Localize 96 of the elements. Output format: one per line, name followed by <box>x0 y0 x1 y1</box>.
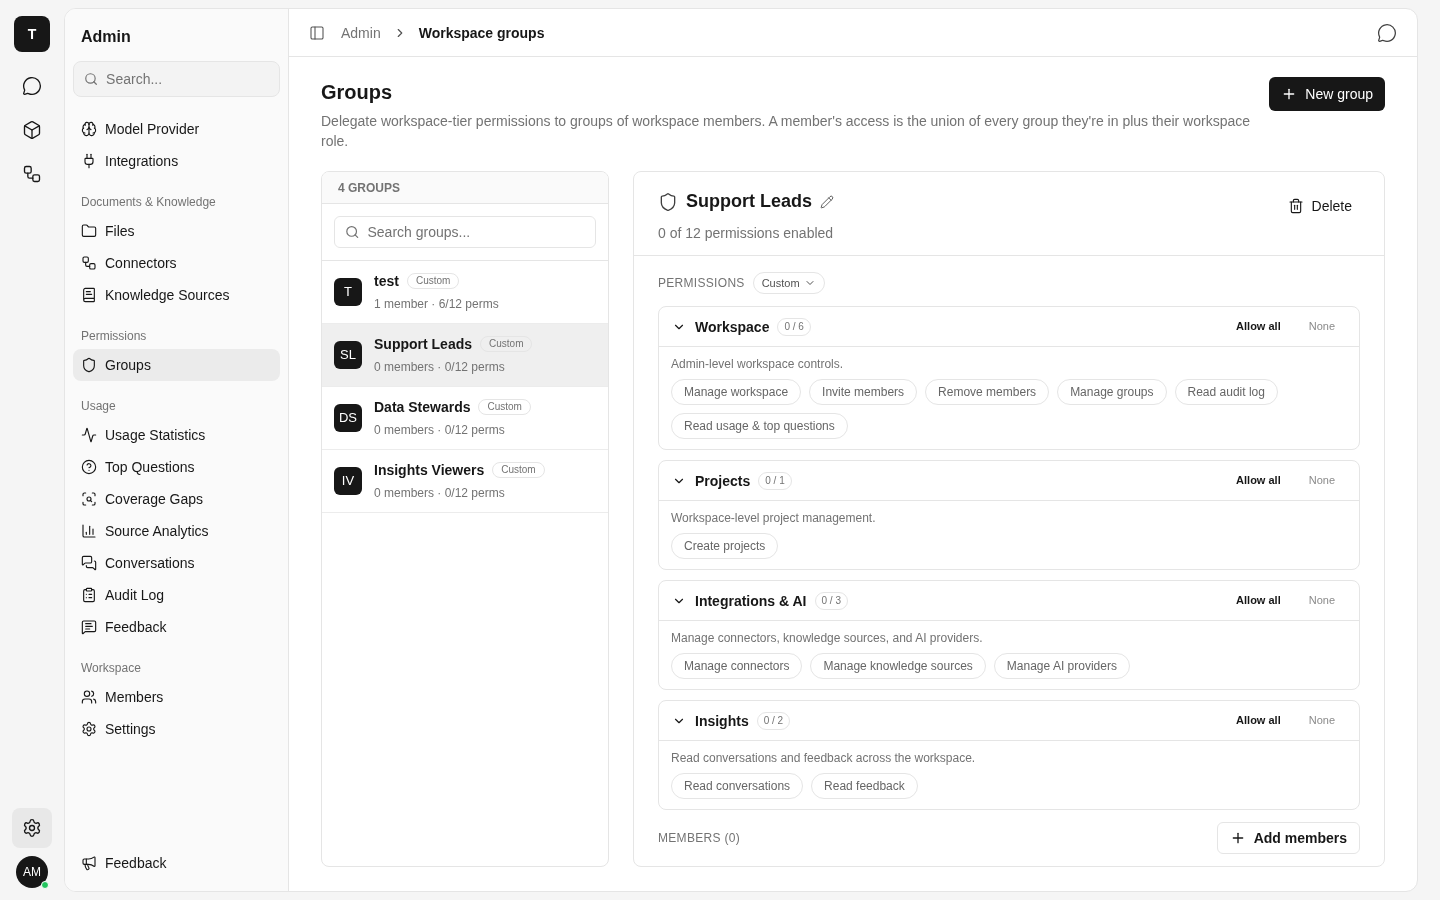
question-icon <box>81 459 97 475</box>
category-title: Insights <box>695 711 749 731</box>
settings-icon <box>22 818 42 838</box>
settings-button[interactable] <box>12 808 52 848</box>
chat-icon[interactable] <box>22 76 42 96</box>
new-group-button[interactable]: New group <box>1269 77 1385 111</box>
megaphone-icon <box>81 855 97 871</box>
search-icon <box>345 224 360 240</box>
group-name: Insights Viewers <box>374 461 485 480</box>
search-box[interactable]: Search... <box>73 61 280 97</box>
chat-icon <box>81 555 97 571</box>
workflow-icon <box>81 255 97 271</box>
sidebar-item[interactable]: Settings <box>73 713 280 745</box>
page-title: Groups <box>321 80 394 105</box>
sidebar-item[interactable]: Members <box>73 681 280 713</box>
none-link[interactable]: None <box>1308 712 1335 729</box>
group-avatar: IV <box>334 467 362 495</box>
group-search-box[interactable]: Search groups... <box>334 216 596 248</box>
permissions-summary: 0 of 12 permissions enabled <box>658 224 835 243</box>
group-name: Data Stewards <box>374 398 471 417</box>
section-heading: Usage <box>80 398 117 415</box>
delete-button[interactable]: Delete <box>1279 192 1360 220</box>
group-name: Support Leads <box>374 335 472 354</box>
sidebar-item[interactable]: Model Provider <box>73 113 280 145</box>
group-meta: 0 members · 0/12 perms <box>374 485 506 502</box>
trash-icon <box>1287 198 1304 214</box>
search-field[interactable]: Search... <box>106 69 269 89</box>
sidebar-item[interactable]: Usage Statistics <box>73 419 280 451</box>
category-title: Projects <box>695 471 751 491</box>
brain-icon <box>81 121 97 137</box>
section-heading: Documents & Knowledge <box>80 194 217 211</box>
group-avatar: DS <box>334 404 362 432</box>
scan-icon <box>81 491 97 507</box>
search-icon <box>84 71 99 87</box>
group-meta: 0 members · 0/12 perms <box>374 359 506 376</box>
none-link[interactable]: None <box>1308 592 1335 609</box>
category-description: Admin-level workspace controls. <box>671 356 845 373</box>
allow-all-link[interactable]: Allow all <box>1236 472 1281 489</box>
none-link[interactable]: None <box>1308 472 1335 489</box>
sidebar-item[interactable]: Integrations <box>73 145 280 177</box>
clipboard-icon <box>81 587 97 603</box>
shield-icon <box>658 191 678 212</box>
members-label: MEMBERS (0) <box>658 830 740 847</box>
allow-all-link[interactable]: Allow all <box>1236 592 1281 609</box>
sidebar-item[interactable]: Feedback <box>73 611 280 643</box>
sidebar-item[interactable]: Connectors <box>73 247 280 279</box>
breadcrumb-link[interactable]: Admin <box>341 22 381 43</box>
plug-icon <box>81 153 97 169</box>
category-title: Integrations & AI <box>695 591 807 611</box>
cube-icon[interactable] <box>22 120 42 140</box>
sidebar-item[interactable]: Audit Log <box>73 579 280 611</box>
add-members-button[interactable]: Add members <box>1216 822 1360 854</box>
section-heading: Workspace <box>80 660 142 677</box>
bar-chart-icon <box>81 523 97 539</box>
group-search-field[interactable]: Search groups... <box>367 222 585 242</box>
permissions-label: PERMISSIONS <box>658 275 745 292</box>
workflow-icon[interactable] <box>22 164 42 184</box>
group-row[interactable]: SL Support Leads Custom 0 members · 0/12 perms <box>322 324 608 387</box>
category-description: Read conversations and feedback across the workspace. <box>671 750 977 767</box>
group-meta: 0 members · 0/12 perms <box>374 422 506 439</box>
sidebar-title: Admin <box>80 27 132 47</box>
none-link[interactable]: None <box>1308 318 1335 335</box>
sidebar-item[interactable]: Source Analytics <box>73 515 280 547</box>
settings-icon <box>81 721 97 737</box>
group-avatar: T <box>334 278 362 306</box>
category-title: Workspace <box>695 317 770 337</box>
sidebar-toggle-icon[interactable] <box>309 24 325 41</box>
sidebar-item[interactable]: Groups <box>73 349 280 381</box>
activity-icon <box>81 427 97 443</box>
user-avatar[interactable]: AM <box>16 856 48 888</box>
folder-icon <box>81 223 97 239</box>
group-meta: 1 member · 6/12 perms <box>374 296 499 313</box>
category-description: Manage connectors, knowledge sources, and AI providers. <box>671 630 984 647</box>
groups-count: 4 GROUPS <box>322 172 608 204</box>
breadcrumb-current: Workspace groups <box>418 23 545 43</box>
sidebar-item[interactable]: Conversations <box>73 547 280 579</box>
sidebar-item[interactable]: Coverage Gaps <box>73 483 280 515</box>
users-icon <box>81 689 97 705</box>
section-heading: Permissions <box>80 328 148 345</box>
feedback-link[interactable]: Feedback <box>73 847 280 879</box>
message-icon <box>81 619 97 635</box>
sidebar-item[interactable]: Top Questions <box>73 451 280 483</box>
edit-icon[interactable] <box>820 194 834 209</box>
chat-icon[interactable] <box>1377 22 1397 43</box>
group-avatar: SL <box>334 341 362 369</box>
workspace-logo[interactable]: T <box>14 16 50 52</box>
group-title: Support Leads <box>686 190 812 213</box>
shield-icon <box>81 357 97 373</box>
category-description: Workspace-level project management. <box>671 510 877 527</box>
allow-all-link[interactable]: Allow all <box>1236 712 1281 729</box>
sidebar-item[interactable]: Knowledge Sources <box>73 279 280 311</box>
page-description: Delegate workspace-tier permissions to groups of workspace members. A member's access is the union of every group they're in plus their workspace role. <box>321 112 1251 151</box>
sidebar-item[interactable]: Files <box>73 215 280 247</box>
book-icon <box>81 287 97 303</box>
allow-all-link[interactable]: Allow all <box>1236 318 1281 335</box>
group-name: test <box>374 272 399 291</box>
